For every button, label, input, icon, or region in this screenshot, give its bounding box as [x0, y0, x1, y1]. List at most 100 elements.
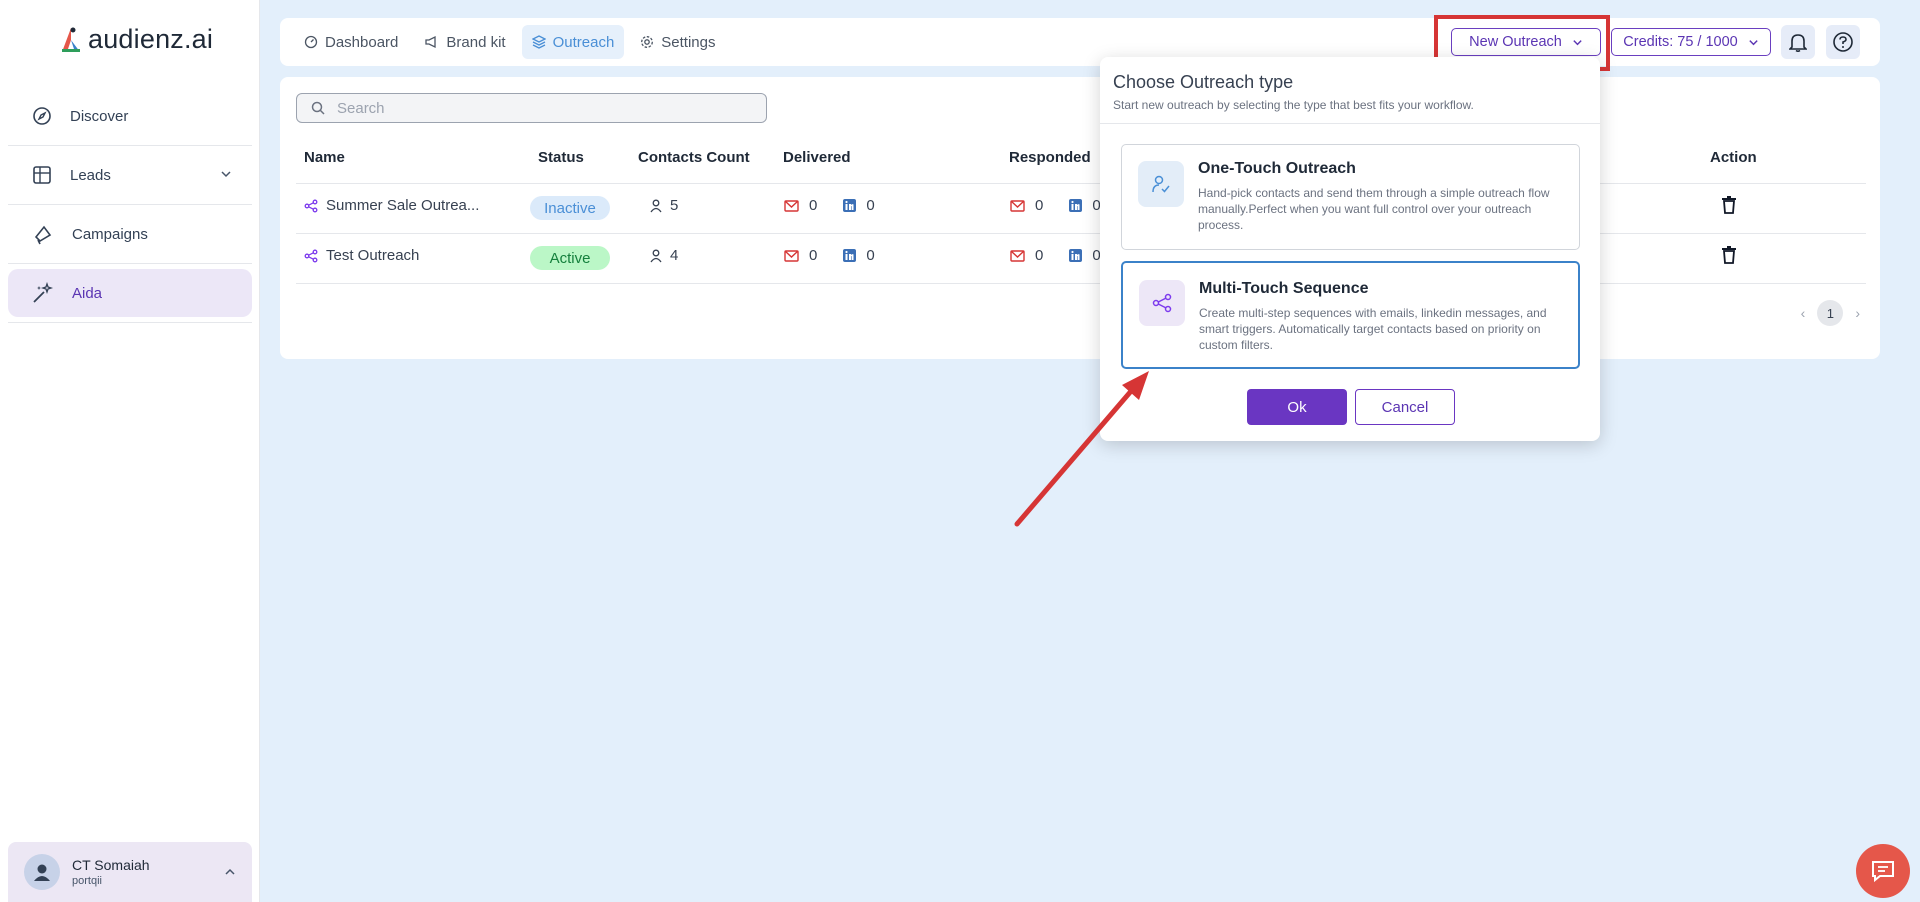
new-outreach-label: New Outreach	[1469, 34, 1562, 50]
sidebar-item-label: Aida	[72, 284, 103, 302]
option-title: One-Touch Outreach	[1198, 160, 1356, 177]
linkedin-icon	[1069, 199, 1083, 212]
delivered-cell: 0 0	[784, 247, 875, 264]
option-description: Create multi-step sequences with emails,…	[1199, 306, 1547, 352]
delivered-linkedin-count: 0	[866, 197, 875, 214]
person-icon	[650, 249, 662, 262]
column-header-responded[interactable]: Responded	[1009, 149, 1091, 166]
dashboard-icon	[304, 35, 318, 49]
option-description: Hand-pick contacts and send them through…	[1198, 186, 1550, 232]
sidebar-item-label: Discover	[70, 107, 129, 125]
credits-dropdown[interactable]: Credits: 75 / 1000	[1611, 28, 1771, 56]
delete-icon[interactable]	[1722, 196, 1736, 214]
megaphone-icon	[425, 35, 437, 49]
sequence-icon	[1152, 293, 1172, 313]
tab-label: Outreach	[552, 33, 615, 51]
search-icon	[311, 101, 325, 115]
table-row-name[interactable]: Test Outreach	[304, 247, 419, 264]
option-title: Multi-Touch Sequence	[1199, 280, 1369, 297]
divider	[8, 263, 252, 264]
chevron-up-icon[interactable]	[224, 866, 236, 878]
tab-dashboard[interactable]: Dashboard	[294, 25, 408, 59]
contacts-count: 5	[650, 197, 678, 214]
sidebar-item-label: Leads	[70, 166, 111, 184]
option-one-touch-outreach[interactable]: One-Touch Outreach Hand-pick contacts an…	[1121, 144, 1580, 250]
tab-outreach[interactable]: Outreach	[521, 25, 625, 59]
dialog-title: Choose Outreach type	[1113, 72, 1294, 92]
contacts-count: 4	[650, 247, 678, 264]
divider	[8, 145, 252, 146]
chevron-right-icon[interactable]: ›	[1855, 305, 1860, 321]
column-header-contacts-count[interactable]: Contacts Count	[638, 149, 750, 166]
column-header-status[interactable]: Status	[538, 149, 584, 166]
mail-icon	[784, 199, 799, 212]
chevron-left-icon[interactable]: ‹	[1801, 305, 1806, 321]
linkedin-icon	[843, 199, 857, 212]
user-org: portqii	[72, 875, 102, 887]
logo-text: audienz.ai	[88, 24, 214, 54]
avatar	[24, 854, 60, 890]
outreach-name: Test Outreach	[326, 247, 420, 264]
notifications-button[interactable]	[1781, 25, 1815, 59]
sparkles-icon	[33, 282, 54, 303]
outreach-table-card: Search Name Status Contacts Count Delive…	[280, 77, 1880, 359]
divider	[8, 322, 252, 323]
user-name: CT Somaiah	[72, 857, 150, 873]
divider	[8, 204, 252, 205]
responded-cell: 0 0	[1010, 247, 1101, 264]
delete-icon[interactable]	[1722, 246, 1736, 264]
person-check-icon	[1152, 175, 1170, 193]
tab-brand-kit[interactable]: Brand kit	[414, 25, 515, 59]
delivered-email-count: 0	[809, 197, 818, 214]
dialog-subtitle: Start new outreach by selecting the type…	[1113, 98, 1474, 112]
sidebar-item-campaigns[interactable]: Campaigns	[8, 210, 252, 258]
row-divider	[296, 283, 1866, 284]
search-input[interactable]: Search	[296, 93, 767, 123]
pagination: ‹ 1 ›	[1801, 300, 1860, 326]
new-outreach-button[interactable]: New Outreach	[1451, 28, 1601, 56]
responded-cell: 0 0	[1010, 197, 1101, 214]
sidebar-item-leads[interactable]: Leads	[8, 151, 252, 199]
tab-list: Dashboard Brand kit Outreach Settings	[294, 25, 726, 59]
gear-icon	[641, 36, 654, 48]
app-logo[interactable]: audienz.ai	[58, 24, 213, 55]
outreach-name: Summer Sale Outrea...	[326, 197, 480, 214]
ok-button[interactable]: Ok	[1247, 389, 1347, 425]
column-header-action[interactable]: Action	[1710, 149, 1757, 166]
column-header-delivered[interactable]: Delivered	[783, 149, 851, 166]
tab-label: Brand kit	[446, 33, 506, 51]
sidebar-nav: Discover Leads Campaigns Aida	[8, 92, 252, 328]
table-icon	[33, 166, 51, 184]
chat-icon	[1872, 861, 1894, 883]
sidebar-item-aida[interactable]: Aida	[8, 269, 252, 317]
option-icon	[1138, 161, 1184, 207]
megaphone-icon	[34, 225, 52, 245]
user-icon	[34, 864, 50, 881]
table-row-name[interactable]: Summer Sale Outrea...	[304, 197, 479, 214]
mail-icon	[784, 249, 799, 262]
column-header-name[interactable]: Name	[304, 149, 345, 166]
contacts-value: 5	[670, 197, 679, 214]
responded-email-count: 0	[1035, 247, 1044, 264]
linkedin-icon	[1069, 249, 1083, 262]
search-placeholder: Search	[337, 99, 385, 117]
help-button[interactable]	[1826, 25, 1860, 59]
sidebar-item-discover[interactable]: Discover	[8, 92, 252, 140]
contacts-value: 4	[670, 247, 679, 264]
user-menu[interactable]: CT Somaiah portqii	[8, 842, 252, 902]
delivered-cell: 0 0	[784, 197, 875, 214]
layers-icon	[531, 35, 546, 49]
chat-button[interactable]	[1856, 844, 1910, 898]
linkedin-icon	[843, 249, 857, 262]
chevron-down-icon	[1749, 39, 1758, 45]
page-number[interactable]: 1	[1817, 300, 1844, 326]
mail-icon	[1010, 199, 1025, 212]
tab-settings[interactable]: Settings	[630, 25, 725, 59]
cancel-button[interactable]: Cancel	[1355, 389, 1455, 425]
sidebar: audienz.ai Discover Leads Campaigns Aida	[0, 0, 260, 902]
sequence-icon	[304, 199, 318, 212]
compass-icon	[33, 107, 51, 125]
option-multi-touch-sequence[interactable]: Multi-Touch Sequence Create multi-step s…	[1121, 261, 1580, 369]
delivered-linkedin-count: 0	[866, 247, 875, 264]
chevron-down-icon[interactable]	[220, 168, 232, 180]
